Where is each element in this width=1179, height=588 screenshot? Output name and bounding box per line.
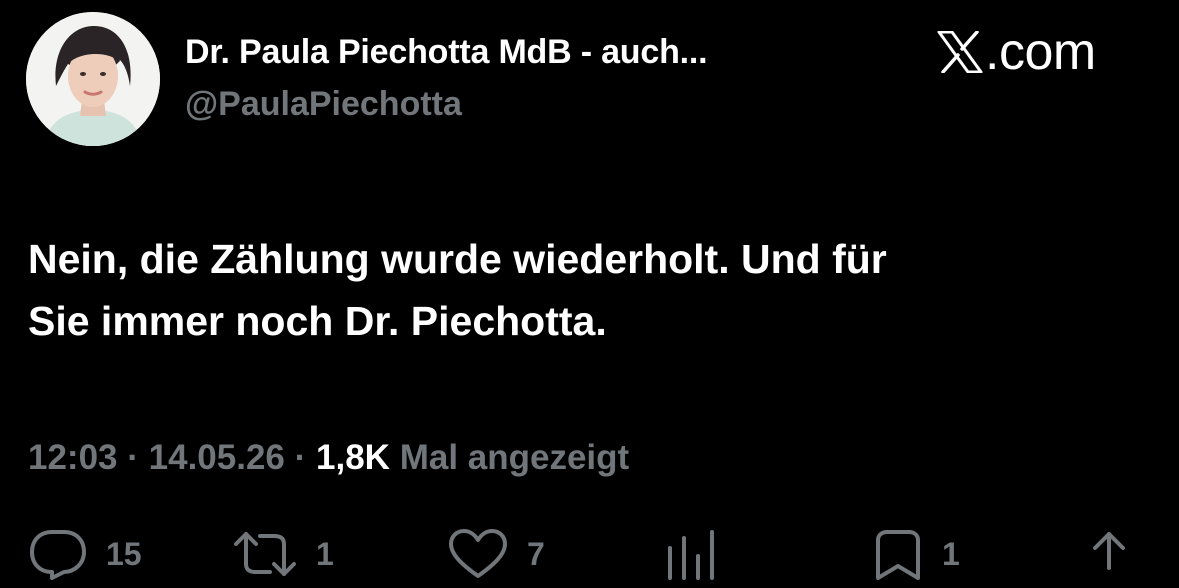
views-label: Mal angezeigt (399, 438, 630, 477)
bookmark-button[interactable]: 1 (872, 528, 960, 580)
share-icon (1093, 532, 1125, 570)
author-display-name[interactable]: Dr. Paula Piechotta MdB - auch... (185, 33, 708, 72)
meta-separator: · (294, 438, 307, 477)
action-bar: 15 1 7 1 (0, 528, 1179, 588)
reply-count: 15 (106, 535, 142, 572)
author-handle[interactable]: @PaulaPiechotta (185, 85, 462, 124)
tweet-text: Nein, die Zählung wurde wiederholt. Und … (28, 228, 1138, 352)
retweet-icon (234, 532, 296, 576)
brand-watermark: .com (937, 22, 1096, 82)
chart-icon (668, 530, 714, 580)
tweet-date[interactable]: 14.05.26 (149, 438, 285, 477)
bookmark-icon (876, 530, 920, 580)
tweet-text-line: Sie immer noch Dr. Piechotta. (28, 298, 607, 344)
tweet-meta: 12:03 · 14.05.26 · 1,8K Mal angezeigt (28, 438, 629, 478)
x-logo-icon (937, 31, 983, 73)
like-button[interactable]: 7 (447, 528, 545, 580)
share-button[interactable] (1083, 528, 1135, 580)
bookmark-count: 1 (942, 535, 960, 572)
tweet-text-line: Nein, die Zählung wurde wiederholt. Und … (28, 236, 887, 282)
views-count: 1,8K (316, 438, 390, 477)
avatar[interactable] (26, 12, 160, 146)
avatar-image (26, 12, 160, 146)
stats-button[interactable] (664, 528, 720, 580)
retweet-button[interactable]: 1 (232, 528, 334, 580)
heart-icon (449, 529, 507, 578)
reply-icon (30, 530, 86, 580)
like-count: 7 (527, 535, 545, 572)
retweet-count: 1 (316, 535, 334, 572)
reply-button[interactable]: 15 (28, 528, 142, 580)
meta-separator: · (127, 438, 139, 477)
brand-text: .com (985, 23, 1096, 81)
tweet-time[interactable]: 12:03 (28, 438, 118, 477)
